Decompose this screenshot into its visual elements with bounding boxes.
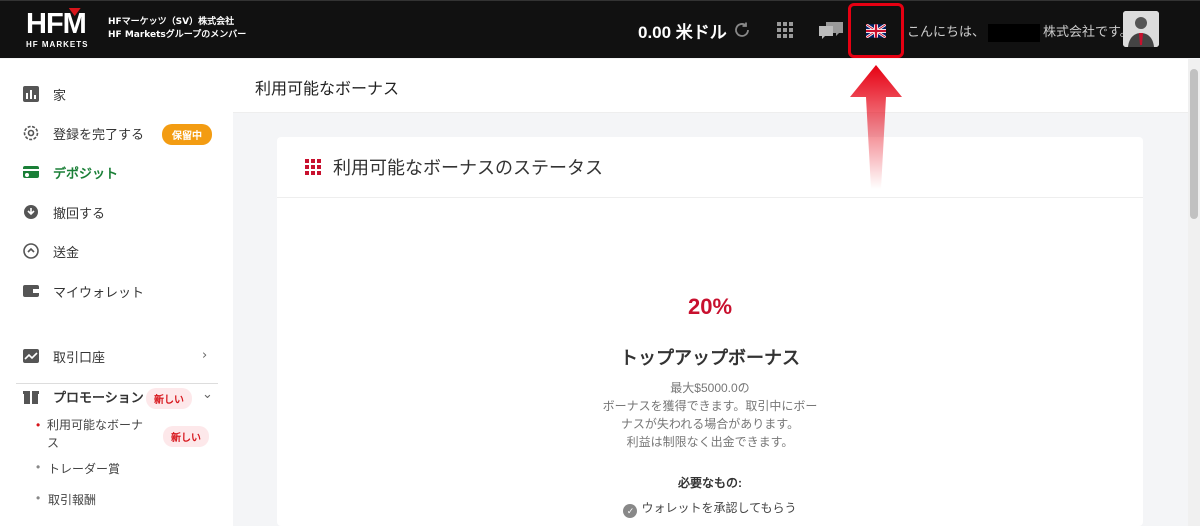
- gift-icon: [23, 391, 39, 404]
- withdraw-icon: [24, 205, 38, 219]
- page-title: 利用可能なボーナス: [255, 81, 400, 98]
- deposit-icon: [23, 166, 39, 178]
- page-scrollbar[interactable]: [1188, 59, 1200, 526]
- new-badge: 新しい: [146, 388, 192, 409]
- sidebar-subitem-trader-awards[interactable]: • トレーダー賞: [36, 460, 120, 477]
- dashboard-icon: [23, 86, 39, 102]
- bonus-description: 最大$5000.0の ボーナスを獲得できます。取引中にボー ナスが失われる場合が…: [602, 381, 818, 449]
- requirements-title: 必要なもの:: [678, 476, 742, 490]
- bonus-name: トップアップボーナス: [620, 348, 800, 368]
- gear-icon: [23, 125, 39, 141]
- account-balance: 0.00 米ドル: [638, 23, 727, 42]
- company-info: HFマーケッツ（SV）株式会社 HF Marketsグループのメンバー: [108, 17, 247, 40]
- sidebar: 家 登録を完了する 保留中 デポジット 撤回する 送金 マイウォレット 取引口座…: [0, 59, 233, 526]
- apps-grid-icon[interactable]: [776, 21, 794, 39]
- chevron-down-icon[interactable]: ⌄: [202, 387, 213, 402]
- chart-icon: [23, 349, 39, 363]
- bullet-icon: •: [36, 491, 41, 505]
- sidebar-subitem-trading-rewards[interactable]: • 取引報酬: [36, 491, 96, 508]
- active-dot-icon: •: [36, 418, 41, 432]
- bonus-percent: 20%: [687, 294, 733, 319]
- bonus-status-card: 利用可能なボーナスのステータス 20% トップアップボーナス 最大$5000.0…: [277, 137, 1143, 526]
- sidebar-item-trading-accounts[interactable]: 取引口座: [22, 344, 105, 368]
- bullet-icon: •: [36, 460, 41, 474]
- sidebar-subitem-available-bonus[interactable]: • 利用可能なボーナス: [36, 416, 146, 452]
- sidebar-item-withdraw[interactable]: 撤回する: [22, 200, 105, 224]
- avatar[interactable]: [1123, 11, 1159, 47]
- sidebar-item-promotions[interactable]: プロモーション: [22, 384, 144, 408]
- user-greeting: こんにちは、 株式会社です。: [907, 21, 1133, 42]
- new-badge: 新しい: [163, 426, 209, 447]
- sidebar-item-transfer[interactable]: 送金: [22, 239, 79, 263]
- sidebar-item-complete-registration[interactable]: 登録を完了する: [22, 121, 144, 145]
- refresh-icon[interactable]: [732, 20, 752, 40]
- sidebar-item-deposit[interactable]: デポジット: [22, 160, 118, 184]
- requirement-item: ✓ ウォレットを承認してもらう: [277, 499, 1143, 518]
- card-header: 利用可能なボーナスのステータス: [277, 137, 1143, 198]
- uk-flag-icon: [866, 23, 886, 38]
- wallet-icon: [23, 285, 39, 297]
- annotation-arrow-icon: [850, 65, 902, 189]
- chevron-right-icon[interactable]: ›: [202, 348, 207, 363]
- language-selector-button[interactable]: [848, 3, 904, 58]
- grid-icon: [305, 159, 321, 175]
- transfer-icon: [23, 243, 39, 259]
- hfm-logo[interactable]: HFM HF MARKETS: [26, 9, 104, 51]
- status-badge-pending: 保留中: [162, 124, 212, 145]
- redacted-username: [988, 23, 1041, 42]
- page-header: 利用可能なボーナス: [233, 59, 1188, 113]
- sidebar-item-my-wallet[interactable]: マイウォレット: [22, 279, 144, 303]
- chat-icon[interactable]: [817, 19, 845, 41]
- top-bar: HFM HF MARKETS HFマーケッツ（SV）株式会社 HF Market…: [0, 0, 1200, 58]
- scrollbar-thumb[interactable]: [1190, 69, 1198, 219]
- card-title: 利用可能なボーナスのステータス: [333, 158, 603, 178]
- check-circle-icon: ✓: [623, 504, 638, 518]
- sidebar-item-home[interactable]: 家: [22, 82, 66, 106]
